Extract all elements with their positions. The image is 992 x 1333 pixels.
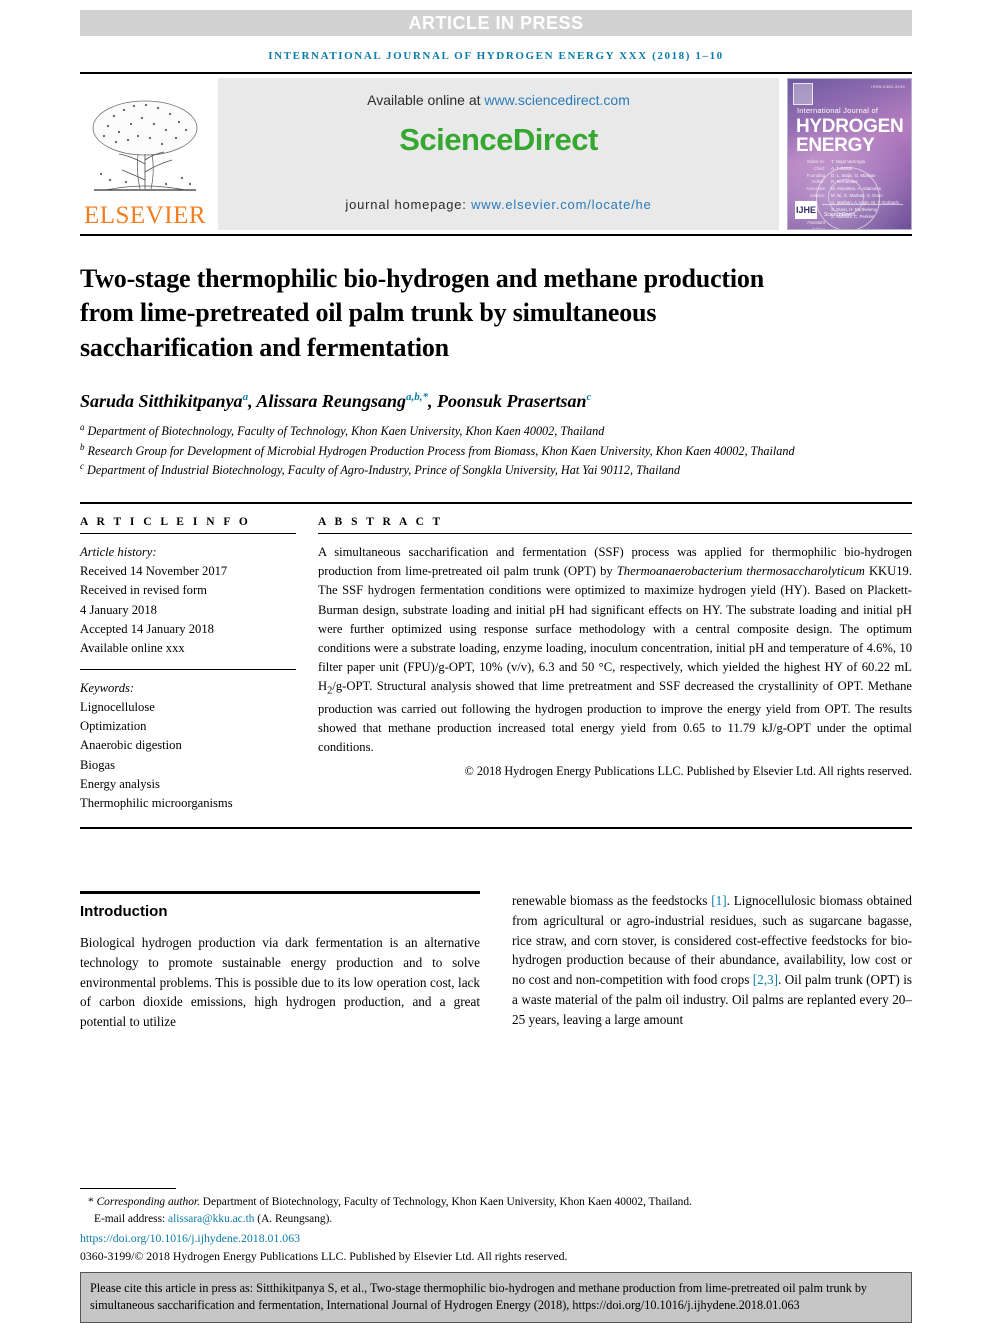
- sciencedirect-banner: Available online at www.sciencedirect.co…: [218, 78, 779, 230]
- article-info-column: A R T I C L E I N F O Article history: R…: [80, 516, 318, 813]
- cover-editor-names: T. Nejat Veziroglu A. T-Raissi D. L. Stoji…: [831, 159, 899, 219]
- keyword-item: Biogas: [80, 757, 115, 772]
- abstract-part2: KKU19. The SSF hydrogen fermentation con…: [318, 564, 912, 694]
- affiliation-text: Research Group for Development of Microb…: [87, 443, 795, 458]
- keyword-item: Optimization: [80, 719, 147, 734]
- introduction-rule: [80, 891, 480, 895]
- abstract-part3: /g-OPT. Structural analysis showed that …: [318, 679, 912, 754]
- citation-ref-1[interactable]: [1]: [711, 893, 726, 908]
- abstract-column: A B S T R A C T A simultaneous saccharif…: [318, 516, 912, 813]
- article-in-press-label: ARTICLE IN PRESS: [408, 12, 584, 33]
- journal-homepage-line: journal homepage: www.elsevier.com/locat…: [345, 197, 651, 212]
- author-name: Alissara Reungsang: [256, 390, 406, 411]
- issn-copyright-line: 0360-3199/© 2018 Hydrogen Energy Publica…: [80, 1249, 568, 1264]
- author-affil-mark: a: [242, 390, 249, 403]
- article-title: Two-stage thermophilic bio-hydrogen and …: [80, 264, 764, 362]
- author-name: Poonsuk Prasertsan: [436, 390, 587, 411]
- affiliation-mark: b: [80, 441, 85, 452]
- doi-link[interactable]: https://doi.org/10.1016/j.ijhydene.2018.…: [80, 1231, 912, 1246]
- article-page: ARTICLE IN PRESS International Journal o…: [0, 10, 992, 1333]
- affiliation-item: a Department of Biotechnology, Faculty o…: [80, 421, 912, 441]
- cover-journal-prefix: International Journal of: [797, 106, 879, 115]
- journal-masthead: ELSEVIER Available online at www.science…: [80, 72, 912, 236]
- info-abstract-row: A R T I C L E I N F O Article history: R…: [80, 502, 912, 830]
- history-item: Available online xxx: [80, 640, 185, 655]
- article-info-rule: [80, 533, 296, 535]
- keyword-item: Energy analysis: [80, 776, 160, 791]
- abstract-copyright: © 2018 Hydrogen Energy Publications LLC.…: [464, 764, 912, 779]
- sciencedirect-url-link[interactable]: www.sciencedirect.com: [484, 92, 630, 108]
- cover-issn-text: ISSN 0360-3199: [871, 84, 905, 89]
- cover-editor-labels: Editor-in-Chief: Founding Editor: Associat…: [805, 159, 825, 230]
- author-affil-mark: c: [586, 390, 592, 403]
- please-cite-box: Please cite this article in press as: Si…: [80, 1272, 912, 1323]
- cover-publisher-mark: [793, 83, 813, 105]
- article-info-label: A R T I C L E I N F O: [80, 516, 251, 529]
- introduction-paragraph-right: renewable biomass as the feedstocks [1].…: [512, 891, 912, 1030]
- affiliation-item: b Research Group for Development of Micr…: [80, 441, 912, 461]
- article-history-block: Article history: Received 14 November 20…: [80, 543, 296, 658]
- available-online-line: Available online at www.sciencedirect.co…: [367, 92, 630, 108]
- email-suffix: (A. Reungsang).: [254, 1212, 333, 1225]
- affiliation-text: Department of Biotechnology, Faculty of …: [87, 424, 605, 438]
- elsevier-wordmark: ELSEVIER: [83, 202, 207, 229]
- sciencedirect-logo[interactable]: ScienceDirect: [399, 122, 598, 158]
- author-name: Saruda Sitthikitpanya: [80, 390, 243, 411]
- history-item: 4 January 2018: [80, 602, 157, 617]
- please-cite-text: Please cite this article in press as: Si…: [90, 1281, 868, 1313]
- intro-right-t1: renewable biomass as the feedstocks: [512, 893, 712, 909]
- cover-footer-text: ScienceDirect: [824, 212, 855, 218]
- affiliation-text: Department of Industrial Biotechnology, …: [87, 463, 681, 478]
- affiliation-list: a Department of Biotechnology, Faculty o…: [80, 421, 912, 480]
- journal-running-head: International Journal of Hydrogen Energy…: [268, 50, 724, 62]
- footnote-block: * Corresponding author. Department of Bi…: [80, 1188, 912, 1264]
- article-in-press-band: ARTICLE IN PRESS: [80, 10, 912, 36]
- footnote-rule: [80, 1188, 176, 1189]
- email-link[interactable]: alissara@kku.ac.th: [168, 1213, 254, 1225]
- corresponding-author-label: Corresponding author.: [96, 1196, 200, 1208]
- corresponding-author-address: Department of Biotechnology, Faculty of …: [199, 1196, 692, 1208]
- author-affil-mark: a,b,*: [405, 390, 428, 403]
- article-history-label: Article history:: [80, 545, 157, 560]
- journal-cover-thumbnail[interactable]: ISSN 0360-3199 International Journal of …: [787, 78, 912, 230]
- journal-homepage-prefix: journal homepage:: [345, 197, 472, 212]
- history-item: Accepted 14 January 2018: [80, 621, 214, 636]
- cover-editor-block: Editor-in-Chief: Founding Editor: Associat…: [797, 159, 903, 230]
- keyword-item: Lignocellulose: [80, 700, 155, 715]
- journal-homepage-link[interactable]: www.elsevier.com/locate/he: [471, 197, 651, 212]
- keyword-item: Thermophilic microorganisms: [80, 795, 233, 810]
- email-label: E-mail address:: [94, 1212, 169, 1225]
- abstract-organism-name: Thermoanaerobacterium thermosaccharolyti…: [616, 564, 865, 579]
- abstract-text: A simultaneous saccharification and ferm…: [318, 543, 912, 757]
- cover-title-line2: ENERGY: [796, 135, 875, 156]
- introduction-paragraph-left: Biological hydrogen production via dark …: [80, 935, 480, 1030]
- elsevier-tree-icon: [92, 100, 198, 191]
- introduction-heading: Introduction: [80, 903, 168, 921]
- keywords-label: Keywords:: [80, 681, 135, 696]
- cover-ijhe-badge: IJHE: [795, 201, 817, 219]
- elsevier-logo: ELSEVIER: [80, 78, 210, 230]
- asterisk-icon: *: [88, 1196, 94, 1208]
- history-item: Received 14 November 2017: [80, 564, 228, 579]
- email-footnote: E-mail address: alissara@kku.ac.th (A. R…: [80, 1211, 912, 1228]
- corresponding-author-footnote: * Corresponding author. Department of Bi…: [80, 1194, 912, 1211]
- abstract-label: A B S T R A C T: [318, 516, 444, 529]
- body-columns: Introduction Biological hydrogen product…: [80, 891, 912, 1032]
- affiliation-item: c Department of Industrial Biotechnology…: [80, 460, 912, 480]
- history-item: Received in revised form: [80, 583, 207, 598]
- keywords-block: Keywords: Lignocellulose Optimization An…: [80, 679, 296, 813]
- cover-divider: [822, 204, 903, 205]
- keywords-rule: [80, 669, 296, 671]
- available-online-prefix: Available online at: [367, 92, 485, 108]
- affiliation-mark: c: [80, 461, 84, 472]
- affiliation-mark: a: [80, 421, 85, 432]
- abstract-rule: [318, 533, 912, 535]
- keyword-item: Anaerobic digestion: [80, 738, 182, 753]
- author-list: Saruda Sitthikitpanyaa, Alissara Reungsa…: [80, 390, 592, 411]
- body-column-right: renewable biomass as the feedstocks [1].…: [512, 891, 912, 1032]
- citation-ref-2-3[interactable]: [2,3]: [753, 972, 778, 987]
- body-column-left: Introduction Biological hydrogen product…: [80, 891, 480, 1032]
- cover-title-line1: HYDROGEN: [796, 116, 904, 137]
